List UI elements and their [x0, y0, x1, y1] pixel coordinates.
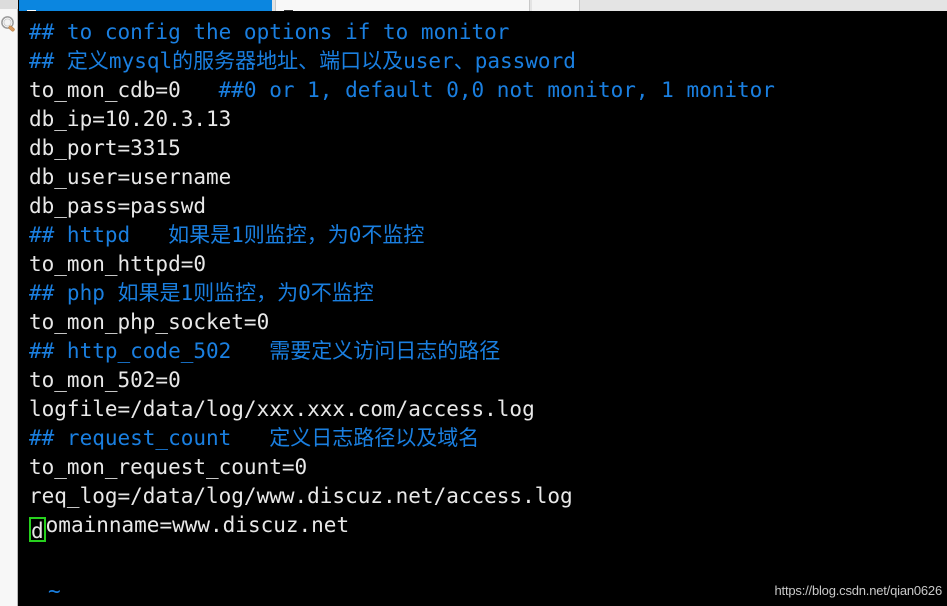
editor-line[interactable]: ## to config the options if to monitor	[29, 18, 947, 47]
editor-line[interactable]: req_log=/data/log/www.discuz.net/access.…	[29, 482, 947, 511]
tab-bar-filler	[532, 0, 580, 11]
config-text: to_mon_php_socket=0	[29, 310, 270, 334]
config-text: to_mon_cdb=0	[29, 78, 181, 102]
editor-line[interactable]: db_port=3315	[29, 134, 947, 163]
editor-line[interactable]: db_ip=10.20.3.13	[29, 105, 947, 134]
config-text: logfile=/data/log/xxx.xxx.com/access.log	[29, 397, 535, 421]
config-text: omainname=www.discuz.net	[45, 513, 350, 537]
vim-empty-line-marker: ~	[48, 579, 61, 603]
editor-line[interactable]: ## http_code_502 需要定义访问日志的路径	[29, 337, 947, 366]
comment-text: ## 定义mysql的服务器地址、端口以及user、password	[29, 49, 576, 73]
comment-text: ## http_code_502 需要定义访问日志的路径	[29, 339, 501, 363]
comment-text: ## httpd 如果是1则监控，为0不监控	[29, 223, 425, 247]
editor-line[interactable]: to_mon_request_count=0	[29, 453, 947, 482]
comment-text: ##0 or 1, default 0,0 not monitor, 1 mon…	[180, 78, 775, 102]
editor-line[interactable]: ## php 如果是1则监控，为0不监控	[29, 279, 947, 308]
editor-line[interactable]: to_mon_php_socket=0	[29, 308, 947, 337]
config-text: db_port=3315	[29, 136, 181, 160]
tab-terminal-inactive[interactable]	[275, 0, 530, 11]
config-text: db_ip=10.20.3.13	[29, 107, 232, 131]
comment-text: ## php 如果是1则监控，为0不监控	[29, 281, 374, 305]
terminal-window[interactable]: ## to config the options if to monitor ##…	[19, 11, 947, 606]
tab-bar	[19, 0, 947, 11]
editor-line[interactable]: logfile=/data/log/xxx.xxx.com/access.log	[29, 395, 947, 424]
screenshot-root: ## to config the options if to monitor ##…	[0, 0, 947, 606]
comment-text: ## request_count 定义日志路径以及域名	[29, 426, 480, 450]
editor-line[interactable]: ## httpd 如果是1则监控，为0不监控	[29, 221, 947, 250]
sidebar-top-strip	[0, 0, 18, 9]
editor-line[interactable]: ## request_count 定义日志路径以及域名	[29, 424, 947, 453]
editor-line[interactable]: to_mon_502=0	[29, 366, 947, 395]
tab-terminal-active[interactable]	[19, 0, 272, 11]
editor-line[interactable]: db_user=username	[29, 163, 947, 192]
config-text: to_mon_request_count=0	[29, 455, 308, 479]
editor-line[interactable]: to_mon_cdb=0 ##0 or 1, default 0,0 not m…	[29, 76, 947, 105]
terminal-icon	[27, 3, 36, 11]
watermark: https://blog.csdn.net/qian0626	[774, 583, 943, 598]
editor-line[interactable]: to_mon_httpd=0	[29, 250, 947, 279]
config-text: db_user=username	[29, 165, 232, 189]
config-text: to_mon_502=0	[29, 368, 181, 392]
search-icon[interactable]	[0, 15, 18, 35]
terminal-icon	[284, 3, 293, 11]
editor-text-area[interactable]: ## to config the options if to monitor ##…	[29, 18, 947, 543]
comment-text: ## to config the options if to monitor	[29, 20, 510, 44]
left-sidebar-panel	[0, 0, 18, 606]
editor-line[interactable]: db_pass=passwd	[29, 192, 947, 221]
config-text: to_mon_httpd=0	[29, 252, 207, 276]
config-text: req_log=/data/log/www.discuz.net/access.…	[29, 484, 573, 508]
vim-cursor: d	[29, 517, 46, 543]
config-text: db_pass=passwd	[29, 194, 207, 218]
editor-line[interactable]: domainname=www.discuz.net	[29, 511, 947, 543]
editor-line[interactable]: ## 定义mysql的服务器地址、端口以及user、password	[29, 47, 947, 76]
